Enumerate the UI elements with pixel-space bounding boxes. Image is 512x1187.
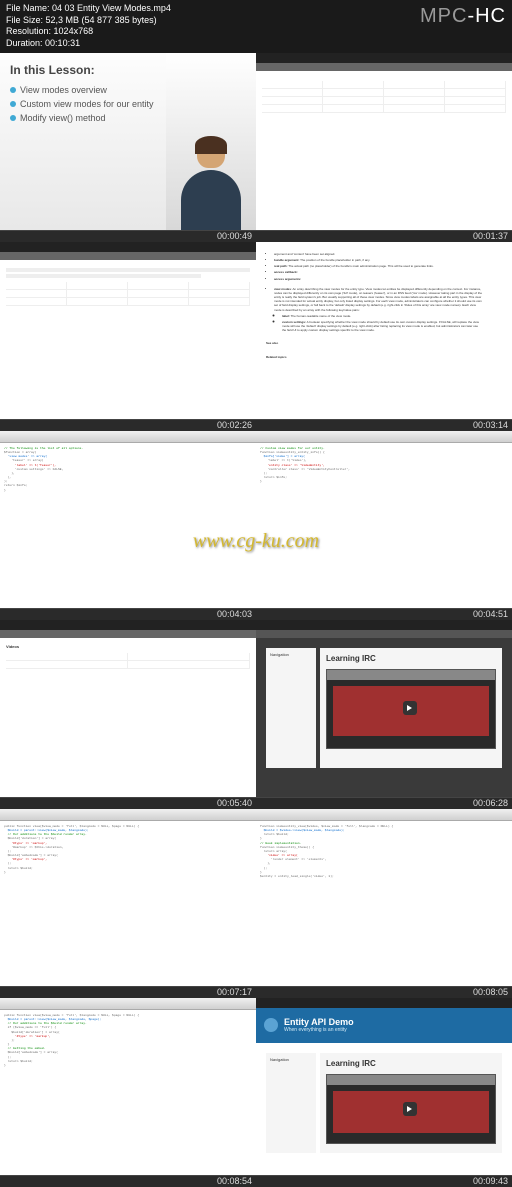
timestamp: 00:03:14 [473, 420, 508, 430]
timestamp: 00:00:49 [217, 231, 252, 241]
site-subtitle: When everything is an entity [284, 1027, 354, 1033]
lesson-title: In this Lesson: [10, 63, 161, 77]
thumbnail-5[interactable]: // The following is the list of all opti… [0, 431, 256, 620]
video-title: Learning IRC [326, 654, 496, 663]
play-icon[interactable] [403, 1102, 417, 1116]
site-logo-icon [264, 1018, 278, 1032]
play-icon[interactable] [403, 701, 417, 715]
video-player[interactable] [326, 669, 496, 749]
file-info-bar: File Name: 04 03 Entity View Modes.mp4 F… [0, 0, 512, 53]
thumbnail-4[interactable]: argument and 'context' have been set ali… [256, 242, 512, 431]
thumbnail-7[interactable]: Videos 00:05:40 [0, 620, 256, 809]
timestamp: 00:04:51 [473, 609, 508, 619]
thumbnail-grid: In this Lesson: View modes overview Cust… [0, 53, 512, 1187]
thumbnail-10[interactable]: function videoentity_view($video, $view_… [256, 809, 512, 998]
timestamp: 00:02:26 [217, 420, 252, 430]
timestamp: 00:09:43 [473, 1176, 508, 1186]
timestamp: 00:08:05 [473, 987, 508, 997]
timestamp: 00:04:03 [217, 609, 252, 619]
thumbnail-11[interactable]: public function view($view_mode = 'full'… [0, 998, 256, 1187]
site-title: Entity API Demo [284, 1017, 354, 1027]
presenter-photo [166, 53, 256, 230]
timestamp: 00:07:17 [217, 987, 252, 997]
app-logo: MPC-HC [420, 3, 506, 50]
timestamp: 00:01:37 [473, 231, 508, 241]
thumbnail-3[interactable]: 00:02:26 [0, 242, 256, 431]
timestamp: 00:06:28 [473, 798, 508, 808]
filename-label: File Name: [6, 3, 50, 13]
thumbnail-6[interactable]: // Custom view modes for our entity. fun… [256, 431, 512, 620]
thumbnail-9[interactable]: public function view($view_mode = 'full'… [0, 809, 256, 998]
resolution-value: 1024x768 [54, 26, 94, 36]
thumbnail-2[interactable]: 00:01:37 [256, 53, 512, 242]
resolution-label: Resolution: [6, 26, 51, 36]
filesize-label: File Size: [6, 15, 43, 25]
video-player[interactable] [326, 1074, 496, 1144]
timestamp: 00:05:40 [217, 798, 252, 808]
timestamp: 00:08:54 [217, 1176, 252, 1186]
duration-label: Duration: [6, 38, 43, 48]
duration-value: 00:10:31 [45, 38, 80, 48]
thumbnail-8[interactable]: Navigation Learning IRC 00:06:28 [256, 620, 512, 809]
filesize-value: 52,3 MB (54 877 385 bytes) [46, 15, 157, 25]
thumbnail-12[interactable]: Entity API Demo When everything is an en… [256, 998, 512, 1187]
thumbnail-1[interactable]: In this Lesson: View modes overview Cust… [0, 53, 256, 242]
filename-value: 04 03 Entity View Modes.mp4 [52, 3, 171, 13]
